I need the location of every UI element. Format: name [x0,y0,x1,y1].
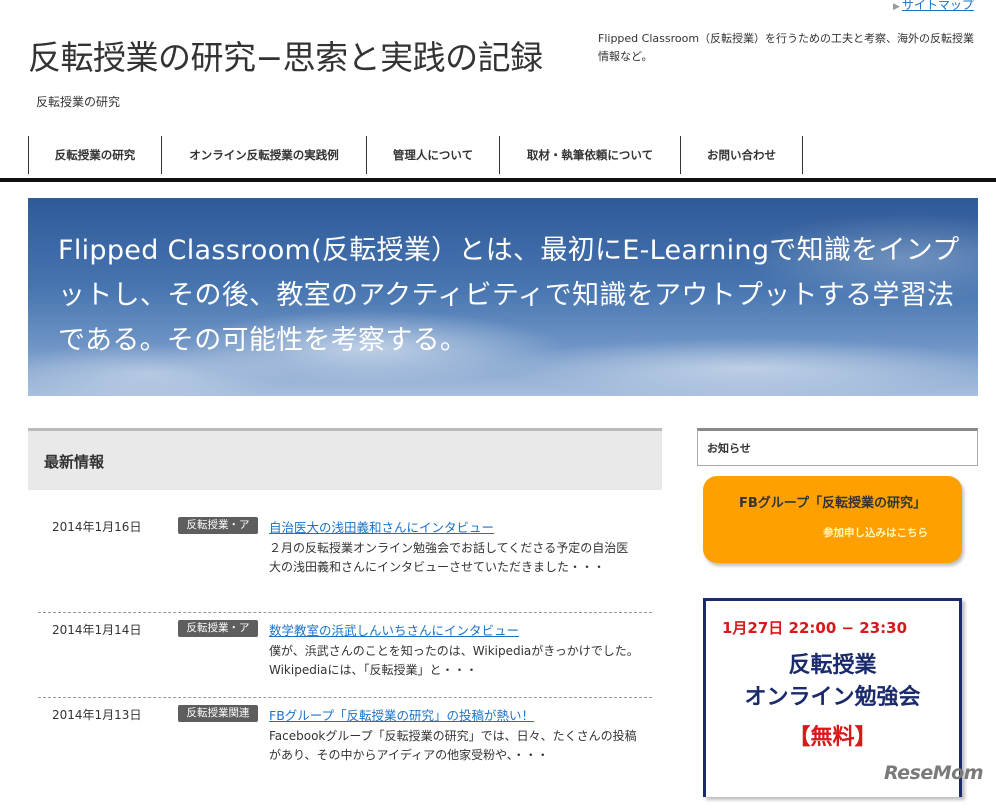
fb-group-banner[interactable]: FBグループ「反転授業の研究」 参加申し込みはこちら [703,476,962,563]
event-title-line1: 反転授業 [788,653,877,678]
news-title-link[interactable]: FBグループ「反転授業の研究」の投稿が熱い！ [269,705,534,724]
site-title[interactable]: 反転授業の研究−思索と実践の記録 [28,31,543,79]
event-datetime: 1月27日 22:00 − 23:30 [722,619,908,637]
event-title-line2: オンライン勉強会 [744,685,921,710]
triangle-right-icon: ▶ [893,2,900,12]
category-badge[interactable]: 反転授業・ア [178,517,258,534]
category-badge[interactable]: 反転授業関連 [178,705,258,722]
resemom-watermark: ReseMom [884,762,984,784]
news-item: 2014年1月13日 反転授業関連 FBグループ「反転授業の研究」の投稿が熱い！… [38,698,652,808]
notice-heading: お知らせ [707,442,751,455]
hero-banner: Flipped Classroom(反転授業）とは、最初にE-Learningで… [28,198,978,396]
sitemap-label[interactable]: サイトマップ [902,0,974,12]
news-date: 2014年1月16日 [52,520,142,534]
nav-divider [0,178,996,182]
nav-item-interview-requests[interactable]: 取材・執筆依頼について [500,136,681,174]
news-list: 2014年1月16日 反転授業・ア 自治医大の浅田義和さんにインタビュー ２月の… [38,510,652,808]
news-item: 2014年1月16日 反転授業・ア 自治医大の浅田義和さんにインタビュー ２月の… [38,510,652,613]
news-heading: 最新情報 [44,453,105,471]
site-description: Flipped Classroom（反転授業）を行うための工夫と考察、海外の反転… [598,32,975,63]
event-price: 【無料】 [788,725,877,750]
hero-text: Flipped Classroom(反転授業）とは、最初にE-Learningで… [58,235,960,356]
news-excerpt: ２月の反転授業オンライン勉強会でお話してくださる予定の自治医大の浅田義和さんにイ… [269,541,629,574]
news-title-link[interactable]: 自治医大の浅田義和さんにインタビュー [269,517,494,536]
news-excerpt: 僕が、浜武さんのことを知ったのは、Wikipediaがきっかけでした。 Wiki… [269,644,639,677]
main-nav: 反転授業の研究 オンライン反転授業の実践例 管理人について 取材・執筆依頼につい… [28,136,803,174]
sitemap-link[interactable]: ▶ サイトマップ [893,0,974,13]
news-title-link[interactable]: 数学教室の浜武しんいちさんにインタビュー [269,620,519,639]
nav-item-research[interactable]: 反転授業の研究 [29,136,162,174]
fb-banner-subtitle: 参加申し込みはこちら [823,527,928,539]
news-item: 2014年1月14日 反転授業・ア 数学教室の浜武しんいちさんにインタビュー 僕… [38,613,652,698]
category-badge[interactable]: 反転授業・ア [178,620,258,637]
notice-widget-header: お知らせ [697,428,978,466]
nav-item-about-admin[interactable]: 管理人について [367,136,500,174]
fb-banner-title: FBグループ「反転授業の研究」 [738,496,926,511]
news-section-header: 最新情報 [28,428,662,490]
news-date: 2014年1月14日 [52,623,142,637]
breadcrumb[interactable]: 反転授業の研究 [36,93,120,110]
news-excerpt: Facebookグループ「反転授業の研究」では、日々、たくさんの投稿があり、その… [269,729,637,762]
news-date: 2014年1月13日 [52,708,142,722]
nav-item-contact[interactable]: お問い合わせ [681,136,803,174]
nav-item-online-examples[interactable]: オンライン反転授業の実践例 [162,136,367,174]
